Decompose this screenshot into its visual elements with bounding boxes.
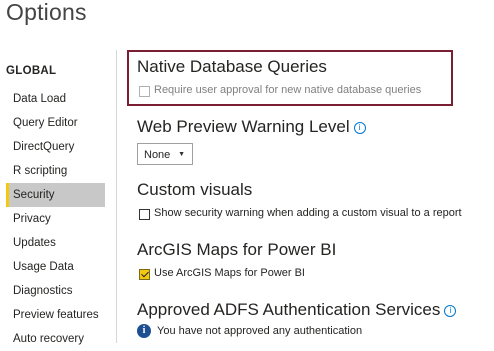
- sidebar-item-preview-features[interactable]: Preview features: [6, 303, 105, 327]
- sidebar-item-label: Updates: [13, 237, 56, 249]
- native-queries-checkbox-label: Require user approval for new native dat…: [154, 84, 422, 96]
- sidebar-item-usage-data[interactable]: Usage Data: [6, 255, 105, 279]
- sidebar-item-label: DirectQuery: [13, 141, 75, 153]
- sidebar-item-diagnostics[interactable]: Diagnostics: [6, 279, 105, 303]
- sidebar-item-directquery[interactable]: DirectQuery: [6, 135, 105, 159]
- web-preview-heading: Web Preview Warning Level i: [137, 117, 366, 137]
- sidebar-item-privacy[interactable]: Privacy: [6, 207, 105, 231]
- sidebar-item-label: Security: [13, 189, 55, 201]
- sidebar-item-label: Query Editor: [13, 117, 78, 129]
- sidebar-item-updates[interactable]: Updates: [6, 231, 105, 255]
- adfs-heading-text: Approved ADFS Authentication Services: [137, 300, 441, 319]
- sidebar-item-data-load[interactable]: Data Load: [6, 87, 105, 111]
- native-queries-heading: Native Database Queries: [137, 57, 327, 76]
- arcgis-heading: ArcGIS Maps for Power BI: [137, 240, 337, 259]
- sidebar-item-label: Diagnostics: [13, 285, 73, 297]
- sidebar-item-label: Usage Data: [13, 261, 74, 273]
- sidebar-item-auto-recovery[interactable]: Auto recovery: [6, 327, 105, 351]
- sidebar-item-query-editor[interactable]: Query Editor: [6, 111, 105, 135]
- native-queries-checkbox[interactable]: [139, 86, 150, 97]
- options-sidebar: GLOBAL Data Load Query Editor DirectQuer…: [0, 50, 117, 345]
- custom-visuals-heading: Custom visuals: [137, 180, 253, 199]
- sidebar-item-label: Auto recovery: [13, 333, 84, 345]
- arcgis-checkbox-label: Use ArcGIS Maps for Power BI: [154, 267, 305, 279]
- adfs-message: You have not approved any authentication: [157, 325, 363, 337]
- sidebar-item-label: Preview features: [13, 309, 99, 321]
- arcgis-checkbox[interactable]: [139, 269, 150, 280]
- custom-visuals-checkbox-label: Show security warning when adding a cust…: [154, 207, 462, 219]
- sidebar-item-label: Data Load: [13, 93, 67, 105]
- web-preview-level-select[interactable]: None ▼: [137, 143, 193, 165]
- sidebar-item-r-scripting[interactable]: R scripting: [6, 159, 105, 183]
- sidebar-section-global: GLOBAL: [6, 65, 57, 77]
- info-icon[interactable]: i: [444, 305, 457, 317]
- window-title: Options: [6, 0, 87, 25]
- sidebar-item-label: R scripting: [13, 165, 68, 177]
- chevron-down-icon: ▼: [178, 151, 185, 158]
- selected-indicator: [6, 183, 9, 207]
- sidebar-item-security[interactable]: Security: [6, 183, 105, 207]
- web-preview-level-value: None: [144, 149, 171, 161]
- info-icon[interactable]: i: [353, 122, 366, 134]
- info-circle-icon: i: [137, 324, 151, 338]
- custom-visuals-checkbox[interactable]: [139, 209, 150, 220]
- sidebar-item-label: Privacy: [13, 213, 51, 225]
- adfs-heading: Approved ADFS Authentication Services i: [137, 300, 457, 320]
- web-preview-heading-text: Web Preview Warning Level: [137, 117, 350, 136]
